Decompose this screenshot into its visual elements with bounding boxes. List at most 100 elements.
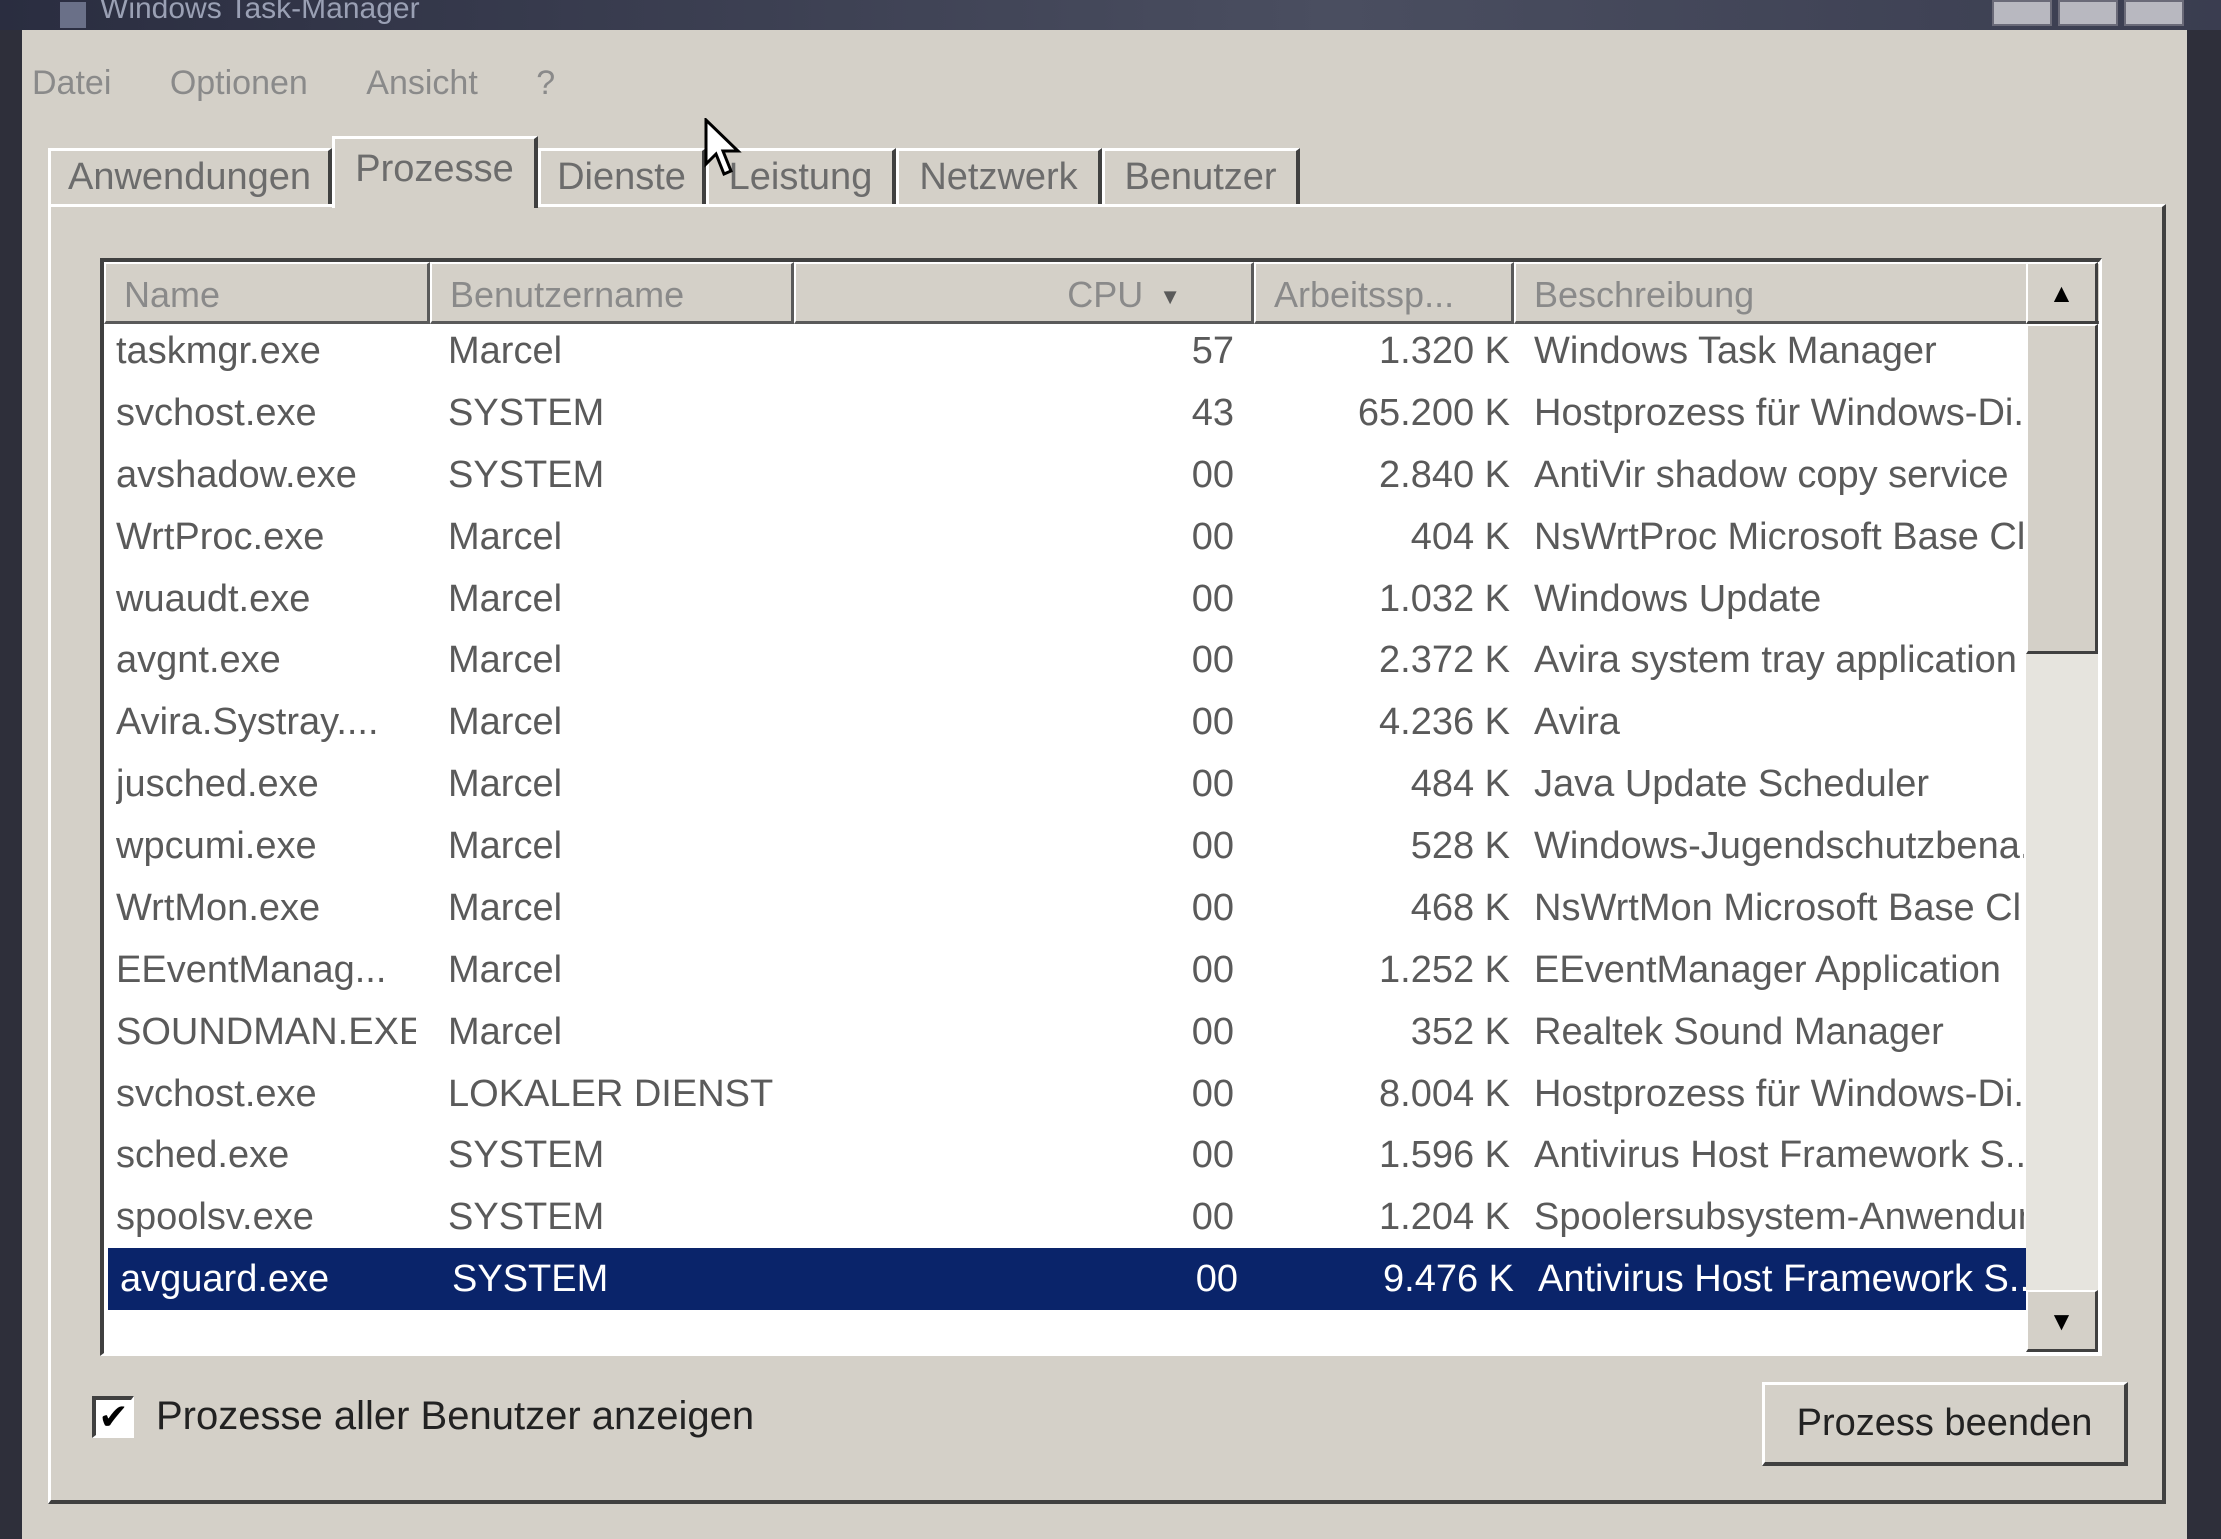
cell-cpu: 00 <box>1191 515 1234 558</box>
table-row[interactable]: svchost.exe LOKALER DIENST 00 8.004 K Hostpr… <box>104 1063 2029 1125</box>
cell-process-name: wuaudt.exe <box>116 577 311 620</box>
table-row[interactable]: avgnt.exe Marcel 00 2.372 K Avira system tra… <box>104 629 2029 691</box>
cell-description: Windows Task Manager <box>1534 330 1937 372</box>
cell-cpu: 00 <box>1191 948 1234 991</box>
cell-memory: 4.236 K <box>1379 701 1510 744</box>
list-header: Name Benutzername CPU ▼ Arbeitssp... Besc… <box>104 262 2099 324</box>
cell-memory: 2.372 K <box>1379 639 1510 682</box>
cell-memory: 1.252 K <box>1379 948 1510 991</box>
table-row-partial[interactable] <box>104 1314 2029 1353</box>
cell-memory: 352 K <box>1410 1010 1510 1053</box>
cell-cpu: 00 <box>1191 577 1234 620</box>
process-list[interactable]: Name Benutzername CPU ▼ Arbeitssp... Besc… <box>100 258 2102 1356</box>
table-row-selected[interactable]: avguard.exe SYSTEM 00 9.476 K Antivirus Host… <box>108 1248 2029 1311</box>
cell-description: Realtek Sound Manager <box>1534 1010 1944 1053</box>
table-row[interactable]: wpcumi.exe Marcel 00 528 K Windows-Jugendsch… <box>104 815 2029 877</box>
column-header-user[interactable]: Benutzername <box>430 262 794 324</box>
vertical-scrollbar[interactable]: ▲ ▼ <box>2026 262 2098 1352</box>
tab-users[interactable]: Benutzer <box>1102 148 1300 204</box>
cell-description: Java Update Scheduler <box>1534 763 1930 806</box>
cell-process-name: SOUNDMAN.EXE <box>116 1010 416 1053</box>
table-row[interactable]: WrtProc.exe Marcel 00 404 K NsWrtProc Micros… <box>104 506 2029 568</box>
cell-process-name: taskmgr.exe <box>116 330 321 372</box>
cell-cpu: 57 <box>1191 330 1234 372</box>
cell-process-name: WrtMon.exe <box>116 886 321 929</box>
table-row[interactable]: taskmgr.exe Marcel 57 1.320 K Windows Task M… <box>104 320 2029 382</box>
end-process-button[interactable]: Prozess beenden <box>1762 1382 2128 1466</box>
cell-user-name: Marcel <box>448 948 563 991</box>
cell-description: Avira system tray application <box>1534 639 2017 682</box>
scroll-down-icon[interactable]: ▼ <box>2026 1290 2098 1352</box>
tab-services[interactable]: Dienste <box>538 148 706 204</box>
table-row[interactable]: avshadow.exe SYSTEM 00 2.840 K AntiVir shado… <box>104 444 2029 506</box>
table-row[interactable]: SOUNDMAN.EXE Marcel 00 352 K Realtek Sound M… <box>104 1001 2029 1063</box>
table-row[interactable]: spoolsv.exe SYSTEM 00 1.204 K Spoolersubsyst… <box>104 1186 2029 1248</box>
menu-help[interactable]: ? <box>526 55 565 111</box>
cell-user-name: SYSTEM <box>448 391 605 434</box>
table-row[interactable]: WrtMon.exe Marcel 00 468 K NsWrtMon Microsof… <box>104 877 2029 939</box>
table-row[interactable]: jusched.exe Marcel 00 484 K Java Update Sche… <box>104 753 2029 815</box>
cell-cpu: 00 <box>1191 886 1234 929</box>
column-header-cpu[interactable]: CPU ▼ <box>794 262 1254 324</box>
cell-user-name: SYSTEM <box>452 1258 609 1301</box>
cell-description: Antivirus Host Framework S... <box>1534 1134 2024 1177</box>
menu-options[interactable]: Optionen <box>160 55 318 111</box>
cell-process-name: svchost.exe <box>116 391 317 434</box>
cell-process-name: jusched.exe <box>116 763 319 806</box>
check-icon: ✔ <box>98 1396 129 1437</box>
column-header-name-label: Name <box>124 274 221 315</box>
cell-user-name: Marcel <box>448 763 563 806</box>
close-button[interactable] <box>2124 0 2184 26</box>
cell-description: Windows Update <box>1534 577 1822 620</box>
scroll-up-icon[interactable]: ▲ <box>2026 262 2098 324</box>
maximize-button[interactable] <box>2058 0 2118 26</box>
cell-process-name: WrtProc.exe <box>116 515 325 558</box>
column-header-cpu-label: CPU <box>1067 274 1144 315</box>
cell-process-name: svchost.exe <box>116 1072 317 1115</box>
cell-user-name: Marcel <box>448 701 563 744</box>
cell-user-name: SYSTEM <box>448 453 605 496</box>
window-title: Windows Task-Manager <box>100 0 420 25</box>
cell-memory: 2.840 K <box>1379 453 1510 496</box>
minimize-button[interactable] <box>1992 0 2052 26</box>
cell-user-name: Marcel <box>448 515 563 558</box>
show-all-checkbox[interactable]: ✔ <box>92 1396 134 1438</box>
column-header-memory[interactable]: Arbeitssp... <box>1254 262 1514 324</box>
table-row[interactable]: svchost.exe SYSTEM 43 65.200 K Hostprozess f… <box>104 382 2029 444</box>
cell-cpu: 00 <box>1191 639 1234 682</box>
table-row[interactable]: Avira.Systray.... Marcel 00 4.236 K Avira <box>104 691 2029 753</box>
cell-description: AntiVir shadow copy service <box>1534 453 2009 496</box>
column-header-description[interactable]: Beschreibung <box>1514 262 2099 324</box>
column-header-description-label: Beschreibung <box>1534 274 1755 315</box>
cell-memory: 484 K <box>1410 763 1510 806</box>
app-icon <box>60 2 86 28</box>
cell-cpu: 00 <box>1191 1072 1234 1115</box>
scroll-thumb[interactable] <box>2026 324 2098 654</box>
menu-file[interactable]: Datei <box>22 55 121 111</box>
cell-description: Antivirus Host Framework S... <box>1538 1258 2028 1301</box>
cell-user-name: Marcel <box>448 825 563 868</box>
menu-view[interactable]: Ansicht <box>356 55 488 111</box>
cell-process-name: wpcumi.exe <box>116 825 317 868</box>
cell-cpu: 00 <box>1191 825 1234 868</box>
cell-cpu: 43 <box>1191 391 1234 434</box>
cell-cpu: 00 <box>1191 1196 1234 1239</box>
cell-memory: 1.596 K <box>1379 1134 1510 1177</box>
cell-process-name: avgnt.exe <box>116 639 281 682</box>
table-row[interactable]: wuaudt.exe Marcel 00 1.032 K Windows Update <box>104 568 2029 630</box>
show-all-label: Prozesse aller Benutzer anzeigen <box>156 1394 755 1438</box>
cell-memory: 1.320 K <box>1379 330 1510 372</box>
cell-description: Avira <box>1534 701 1620 744</box>
cell-memory: 1.032 K <box>1379 577 1510 620</box>
tab-processes[interactable]: Prozesse <box>332 136 538 208</box>
title-bar: Windows Task-Manager <box>0 0 2221 30</box>
cell-process-name: avguard.exe <box>120 1258 330 1301</box>
table-row[interactable]: EEventManag... Marcel 00 1.252 K EEventManag… <box>104 939 2029 1001</box>
column-header-memory-label: Arbeitssp... <box>1274 274 1455 315</box>
table-row[interactable]: sched.exe SYSTEM 00 1.596 K Antivirus Host F… <box>104 1124 2029 1186</box>
cell-process-name: EEventManag... <box>116 948 387 991</box>
tab-network[interactable]: Netzwerk <box>896 148 1102 204</box>
column-header-user-label: Benutzername <box>450 274 685 315</box>
tab-applications[interactable]: Anwendungen <box>48 148 332 204</box>
column-header-name[interactable]: Name <box>104 262 430 324</box>
